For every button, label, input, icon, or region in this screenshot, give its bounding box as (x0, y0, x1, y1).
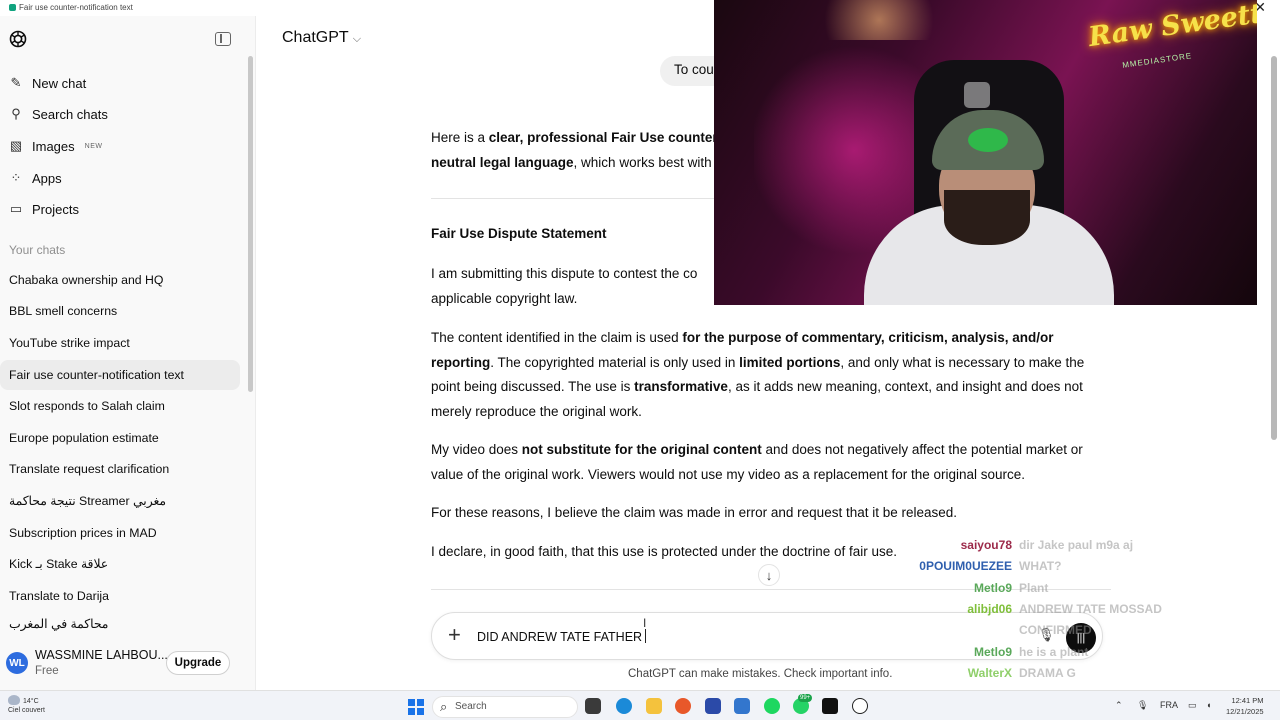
nav-label: Search chats (32, 106, 108, 122)
sidebar-scrollbar[interactable] (248, 56, 253, 392)
light-glow (804, 0, 954, 40)
chat-item[interactable]: YouTube strike impact (0, 328, 240, 358)
chair-logo-icon (964, 82, 990, 108)
chat-item[interactable]: Slot responds to Salah claim (0, 391, 240, 421)
user-plan: Free (35, 665, 59, 677)
chat-item-active[interactable]: Fair use counter-notification text (0, 360, 240, 390)
paragraph-4: For these reasons, I believe the claim w… (431, 505, 958, 520)
user-name: WASSMINE LAHBOU... (35, 648, 168, 662)
spotify-icon[interactable] (764, 698, 780, 714)
chatgpt-app-icon[interactable] (852, 698, 868, 714)
outlook-icon[interactable] (734, 698, 750, 714)
paragraph-3: My video does not substitute for the ori… (431, 442, 1083, 482)
cloud-icon (8, 695, 20, 705)
chat-message: dir Jake paul m9a aj (1019, 538, 1134, 552)
network-icon[interactable]: ▭ (1188, 700, 1197, 711)
nav-search-chats[interactable]: ⚲ Search chats (8, 101, 108, 127)
avatar: WL (6, 652, 28, 674)
toggle-sidebar-icon[interactable] (215, 32, 231, 46)
chat-item[interactable]: Kick بـ Stake علاقة (0, 549, 240, 579)
calculator-icon[interactable] (705, 698, 721, 714)
streamer-beard (944, 190, 1030, 245)
user-account-row[interactable]: WL WASSMINE LAHBOU... Free Upgrade (0, 644, 256, 684)
nav-label: Projects (32, 201, 79, 217)
chevron-down-icon: ⌵ (352, 33, 362, 45)
new-chat-icon: ✎ (10, 75, 22, 90)
plus-icon[interactable]: + (448, 622, 461, 648)
cap-logo-icon (968, 128, 1008, 152)
chat-item[interactable]: BBL smell concerns (0, 296, 240, 326)
statement-heading: Fair Use Dispute Statement (431, 226, 607, 241)
your-chats-label: Your chats (9, 243, 66, 257)
window-title: Fair use counter-notification text (19, 3, 133, 12)
windows-start-icon[interactable] (408, 699, 424, 715)
edge-icon[interactable] (616, 698, 632, 714)
nav-images[interactable]: ▧ Images NEW (8, 133, 102, 159)
app-icon[interactable] (822, 698, 838, 714)
upgrade-button[interactable]: Upgrade (166, 651, 230, 675)
nav-label: Images (32, 138, 75, 154)
chat-message: WHAT? (1019, 559, 1062, 573)
folder-icon: ▭ (9, 201, 23, 216)
nav-new-chat[interactable]: ✎ New chat (8, 70, 87, 96)
chat-username: Metlo9 (973, 645, 1012, 659)
apps-icon: ⁘ (10, 170, 22, 185)
chat-item[interactable]: Subscription prices in MAD (0, 518, 240, 548)
image-icon: ▧ (9, 138, 23, 153)
microphone-tray-icon[interactable]: 🎙 (1137, 700, 1148, 711)
text-caret (645, 629, 647, 643)
chat-item[interactable]: Europe population estimate (0, 423, 240, 453)
chat-item[interactable]: محاكمة في المغرب (0, 613, 240, 635)
task-view-icon[interactable] (585, 698, 601, 714)
chat-message: ANDREW TATE MOSSAD (1019, 602, 1162, 616)
windows-taskbar: 14°CCiel couvert Search 99+ ⌃ 🎙 FRA ▭ ◖ … (0, 690, 1280, 720)
webcam-overlay: Raw Sweett MMEDIASTORE (714, 0, 1257, 305)
openai-logo-icon[interactable] (8, 29, 28, 49)
chat-message: he is a plant (1019, 645, 1089, 659)
model-name: ChatGPT (282, 29, 349, 46)
chat-item[interactable]: Translate request clarification (0, 454, 240, 484)
chat-item[interactable]: Translate to Darija (0, 581, 240, 611)
chat-item[interactable]: نتيجة محاكمة Streamer مغربي (0, 486, 240, 516)
search-icon: ⚲ (11, 106, 21, 121)
stream-chat-overlay: saiyou78 dir Jake paul m9a aj 0POUIM0UEZ… (880, 536, 1190, 686)
taskbar-search[interactable]: Search (432, 696, 578, 718)
sidebar: ✎ New chat ⚲ Search chats ▧ Images NEW ⁘… (0, 16, 256, 690)
volume-icon[interactable]: ◖ (1206, 700, 1211, 710)
chat-username: WalterX (967, 666, 1012, 680)
chat-message: Plant (1019, 581, 1049, 595)
prompt-input[interactable]: DID ANDREW TATE FATHER (477, 629, 647, 644)
nav-projects[interactable]: ▭ Projects (8, 196, 79, 222)
clock[interactable]: 12:41 PM 12/21/2025 (1226, 695, 1264, 717)
main-scrollbar[interactable] (1271, 56, 1277, 440)
notification-badge: 99+ (798, 694, 813, 702)
paragraph-2: The content identified in the claim is u… (431, 330, 1085, 420)
neon-sign-sub: MMEDIASTORE (1121, 51, 1193, 70)
chat-username: saiyou78 (960, 538, 1012, 552)
ibeam-cursor-icon: I (643, 616, 647, 630)
neon-sign: Raw Sweett (1086, 0, 1257, 54)
nav-label: Apps (32, 170, 62, 186)
model-selector[interactable]: ChatGPT ⌵ (282, 29, 361, 47)
chat-username: Metlo9 (973, 581, 1012, 595)
chat-item[interactable]: Chabaka ownership and HQ (0, 265, 240, 295)
chat-username: alibjd06 (967, 602, 1012, 616)
new-badge: NEW (84, 142, 103, 150)
chevron-up-icon[interactable]: ⌃ (1115, 700, 1123, 711)
nav-apps[interactable]: ⁘ Apps (8, 165, 62, 191)
weather-widget[interactable]: 14°C Ciel couvert (8, 695, 45, 715)
chat-message: CONFIRMED (1019, 623, 1092, 637)
chat-username: 0POUIM0UEZEE (919, 559, 1012, 573)
app-icon (9, 4, 16, 11)
language-indicator[interactable]: FRA (1160, 700, 1178, 710)
firefox-icon[interactable] (675, 698, 691, 714)
chat-message: DRAMA G (1019, 666, 1076, 680)
nav-label: New chat (32, 75, 87, 91)
file-explorer-icon[interactable] (646, 698, 662, 714)
